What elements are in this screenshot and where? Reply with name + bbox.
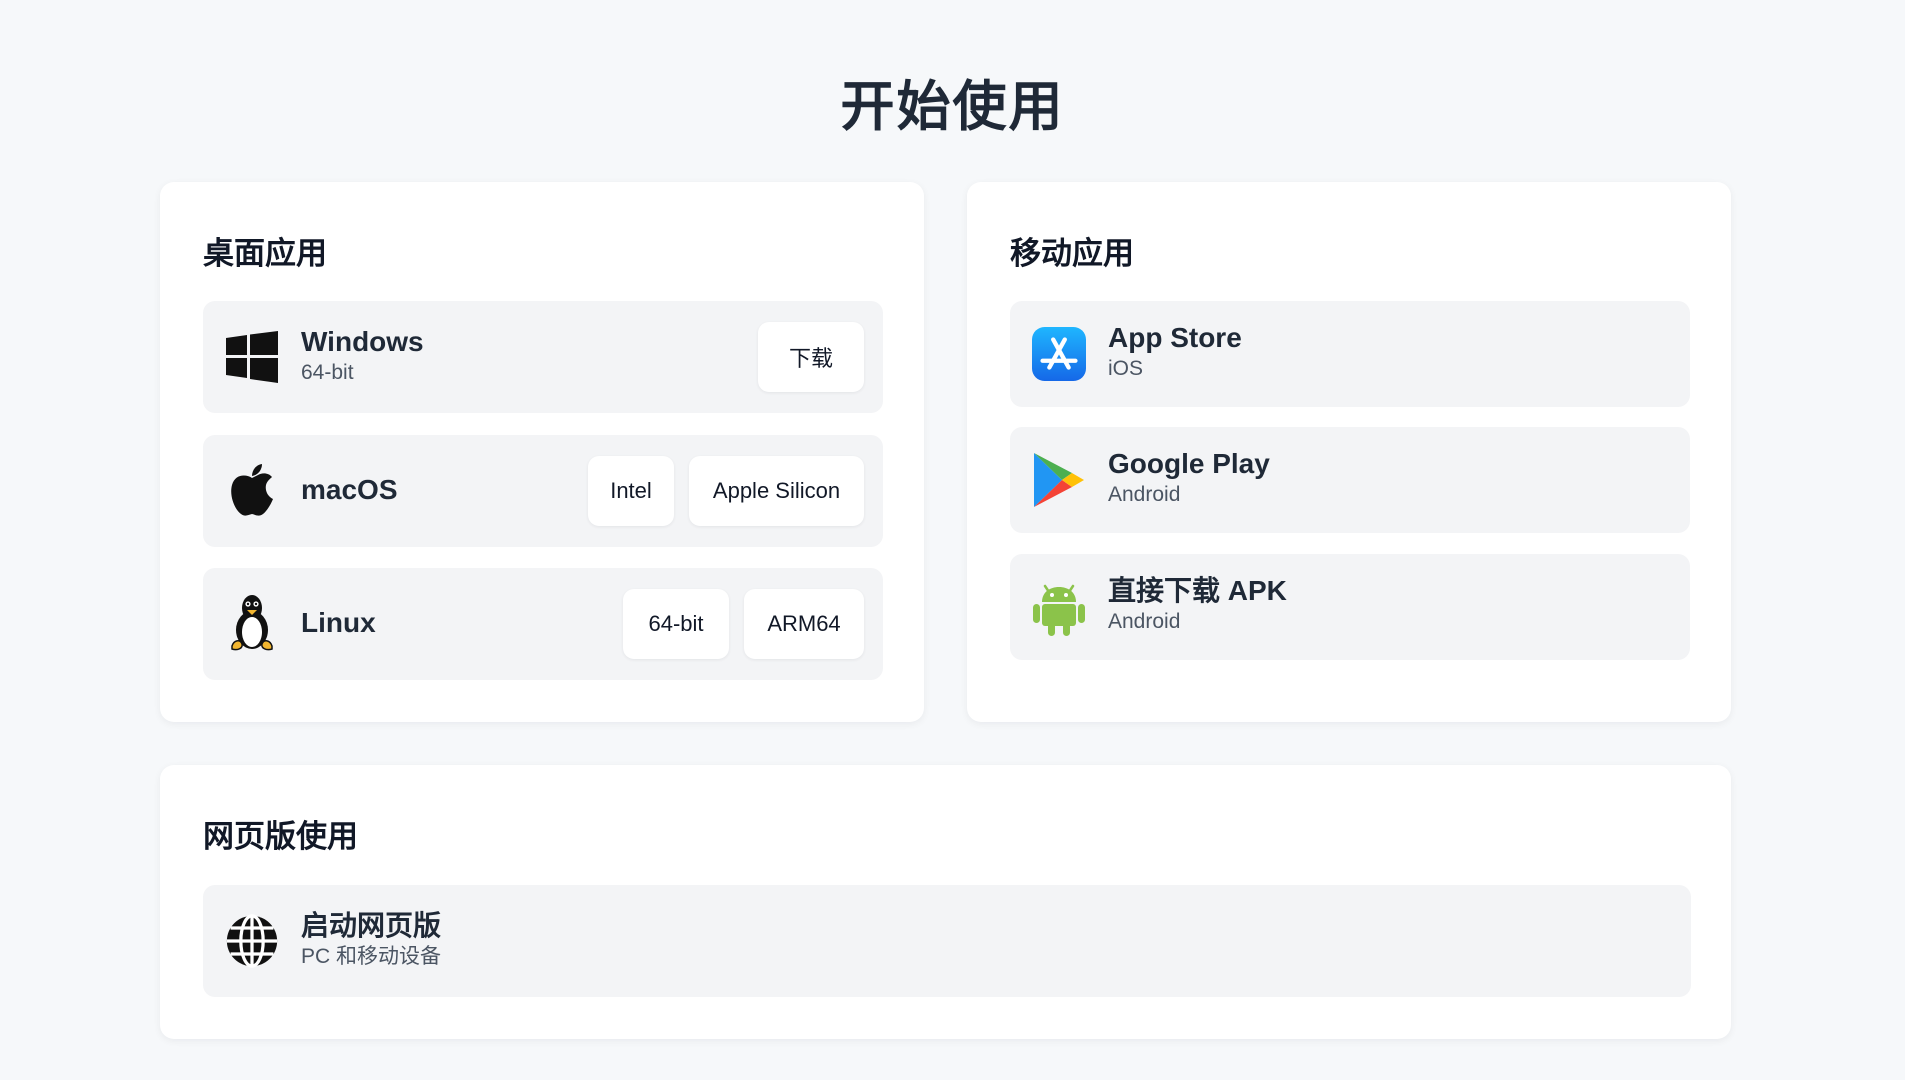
apple-icon (225, 462, 279, 520)
app-store-name: App Store (1108, 322, 1242, 353)
launch-web-devices: PC 和移动设备 (301, 945, 442, 968)
apk-platform: Android (1108, 610, 1181, 633)
linux-64bit-button[interactable]: 64-bit (623, 589, 729, 659)
google-play-icon (1032, 451, 1086, 509)
linux-tux-icon (225, 593, 279, 651)
globe-icon (225, 912, 279, 970)
desktop-apps-title: 桌面应用 (203, 236, 327, 271)
linux-arm64-button[interactable]: ARM64 (744, 589, 864, 659)
google-play-platform: Android (1108, 483, 1181, 506)
apk-name: 直接下载 APK (1108, 575, 1287, 606)
apk-download-row[interactable]: 直接下载 APK Android (1010, 554, 1690, 660)
app-store-platform: iOS (1108, 357, 1144, 380)
launch-web-row[interactable]: 启动网页版 PC 和移动设备 (203, 885, 1691, 997)
windows-download-button[interactable]: 下载 (758, 322, 864, 392)
google-play-name: Google Play (1108, 448, 1270, 479)
web-app-card: 网页版使用 启动网页版 PC 和移动设备 (160, 765, 1731, 1039)
mobile-apps-card: 移动应用 App Store iOS Google Play Android 直… (967, 182, 1731, 722)
linux-name: Linux (301, 607, 376, 638)
launch-web-name: 启动网页版 (301, 910, 442, 941)
windows-row: Windows 64-bit 下载 (203, 301, 883, 413)
macos-name: macOS (301, 474, 398, 505)
android-icon (1032, 578, 1086, 636)
google-play-row[interactable]: Google Play Android (1010, 427, 1690, 533)
page-title: 开始使用 (840, 77, 1065, 137)
macos-row: macOS Intel Apple Silicon (203, 435, 883, 547)
app-store-row[interactable]: App Store iOS (1010, 301, 1690, 407)
macos-apple-silicon-button[interactable]: Apple Silicon (689, 456, 864, 526)
desktop-apps-card: 桌面应用 Windows 64-bit 下载 macOS Intel Apple… (160, 182, 924, 722)
windows-name: Windows (301, 326, 424, 357)
linux-row: Linux 64-bit ARM64 (203, 568, 883, 680)
windows-arch: 64-bit (301, 361, 354, 384)
mobile-apps-title: 移动应用 (1010, 236, 1134, 271)
macos-intel-button[interactable]: Intel (588, 456, 674, 526)
web-app-title: 网页版使用 (203, 819, 358, 854)
app-store-icon (1032, 325, 1086, 383)
windows-icon (225, 328, 279, 386)
